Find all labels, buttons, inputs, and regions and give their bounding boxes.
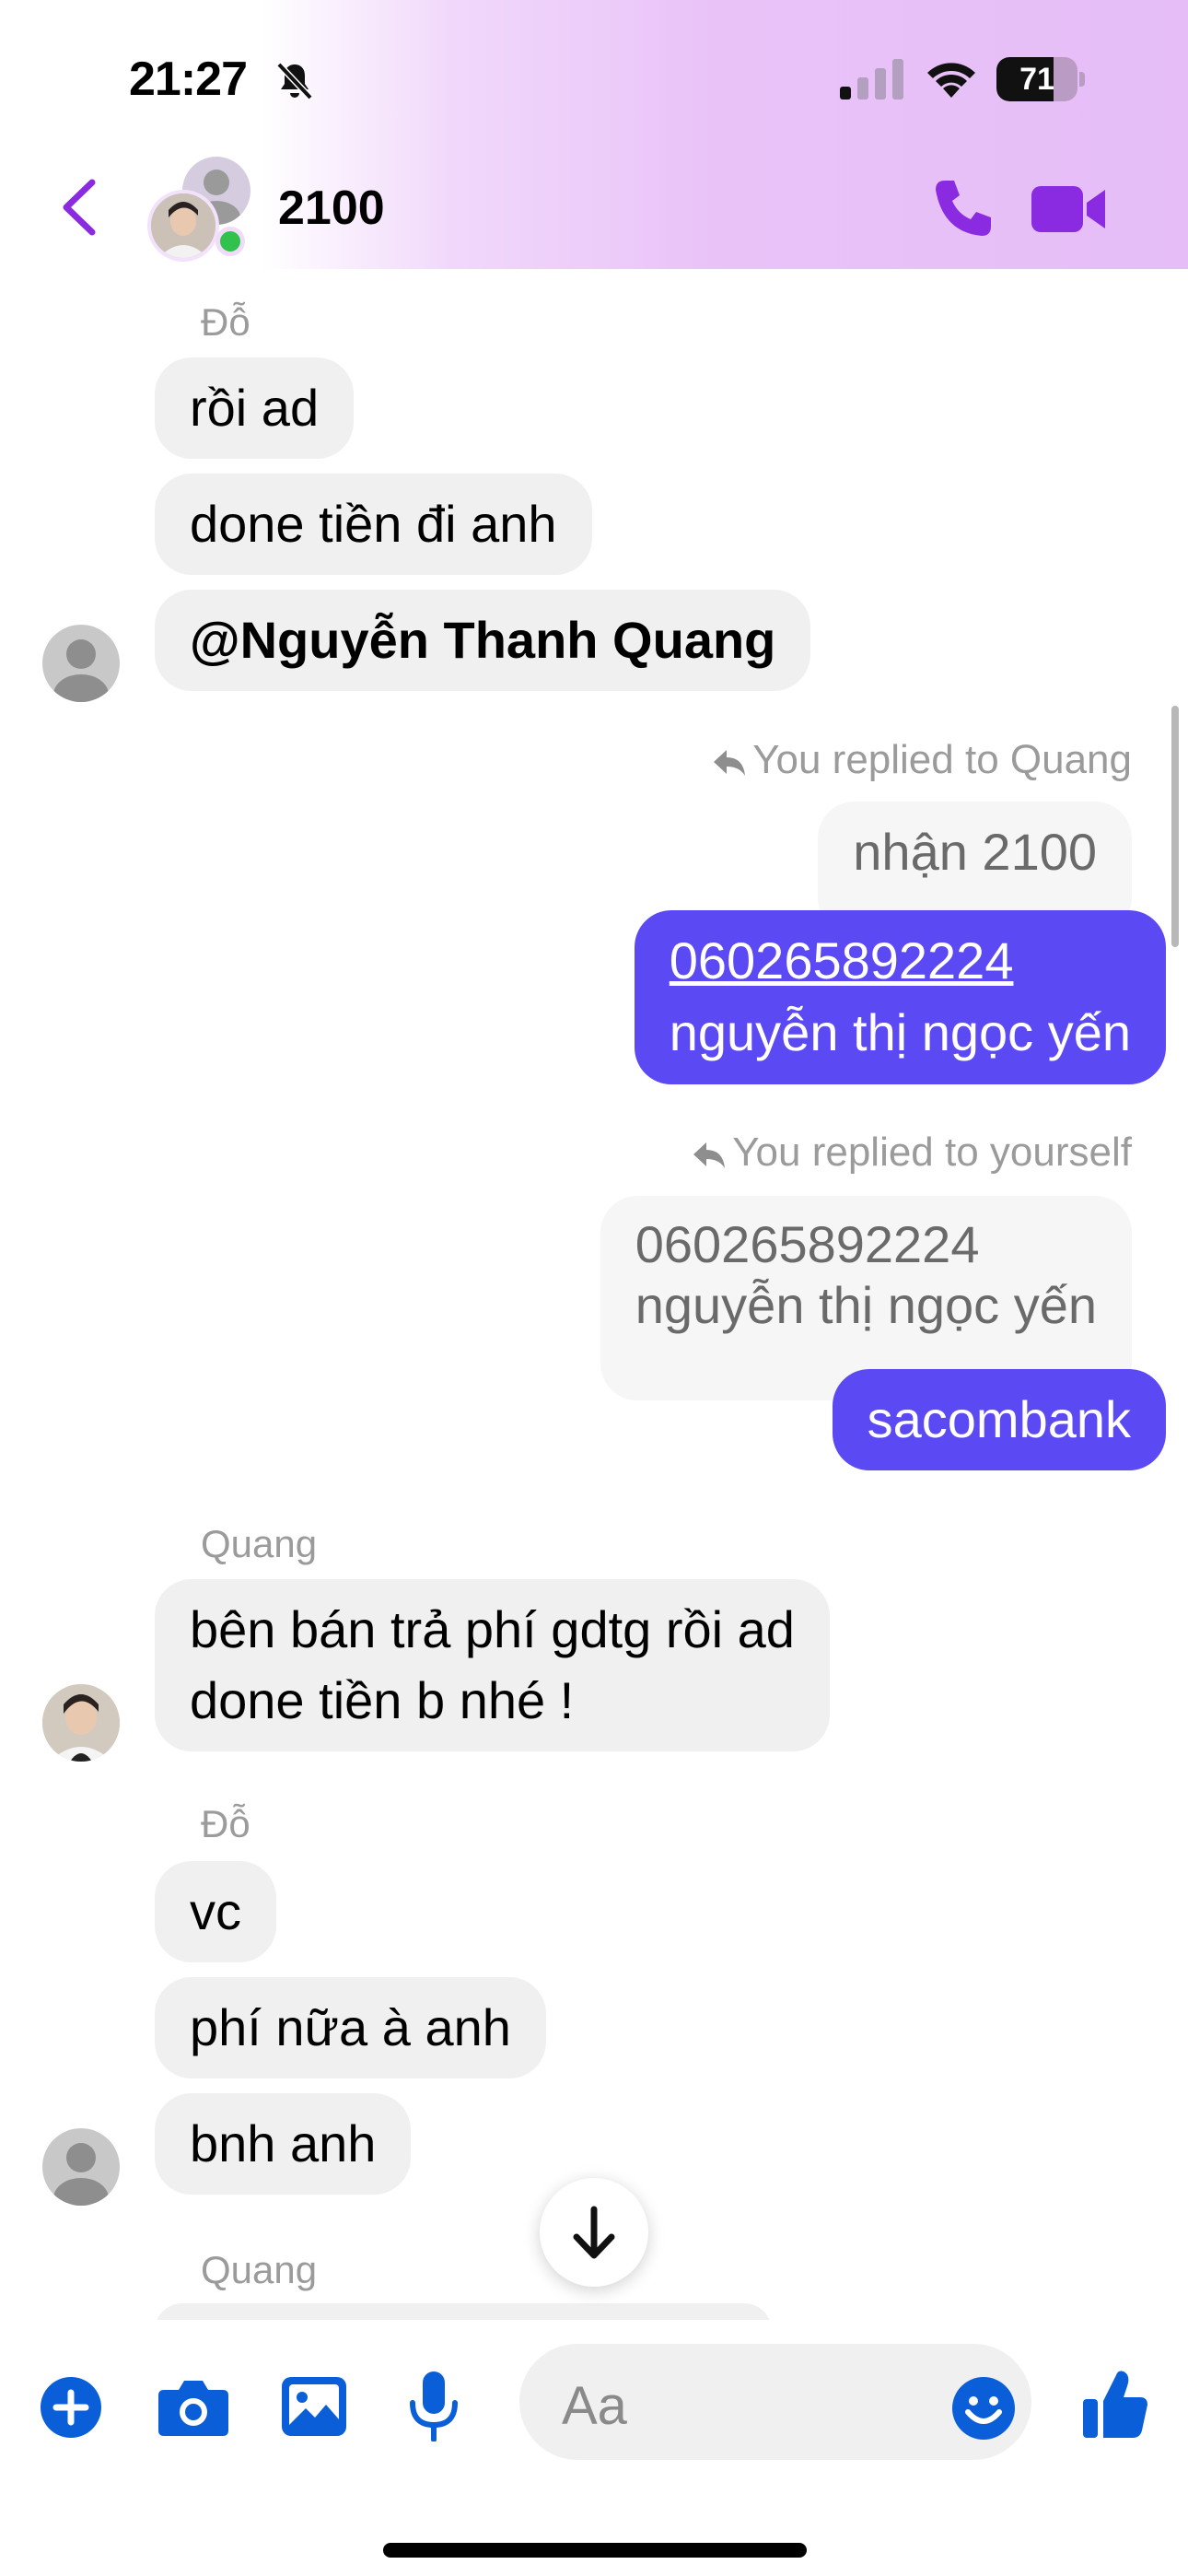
scrollbar[interactable] <box>1171 706 1179 947</box>
home-indicator <box>383 2543 807 2558</box>
member-avatar-photo <box>147 190 219 262</box>
battery-level: 71 <box>1019 62 1054 97</box>
sender-avatar[interactable] <box>42 625 120 702</box>
camera-icon[interactable] <box>158 2379 228 2436</box>
message-bubble-incoming[interactable]: bnh anh <box>155 2093 412 2195</box>
message-input-placeholder: Aa <box>562 2376 627 2436</box>
message-bubble-incoming[interactable]: vc <box>155 1861 276 1963</box>
message-bubble-outgoing[interactable]: sacombank <box>832 1369 1166 1471</box>
message-bubble-incoming[interactable]: done tiền đi anh <box>155 474 592 576</box>
account-number-link[interactable]: 060265892224 <box>670 925 1131 997</box>
quoted-text-line: 060265892224 <box>635 1215 980 1273</box>
message-bubble-incoming[interactable]: rồi ad <box>155 357 355 460</box>
status-time: 21:27 <box>129 53 248 106</box>
message-bubble-mention[interactable]: @Nguyễn Thanh Quang <box>155 590 811 692</box>
quoted-text-line: nguyễn thị ngọc yến <box>635 1276 1097 1335</box>
message-bubble-incoming[interactable]: phí nữa à anh <box>155 1977 546 2079</box>
sender-name: Đỗ <box>201 1802 250 1845</box>
sender-name: Quang <box>201 2248 318 2291</box>
message-bubble-outgoing[interactable]: 060265892224 nguyễn thị ngọc yến <box>634 910 1166 1084</box>
chat-title[interactable]: 2100 <box>278 181 385 236</box>
bell-slash-icon <box>276 62 313 100</box>
emoji-icon[interactable] <box>952 2377 1015 2440</box>
battery-icon: 71 <box>996 57 1085 101</box>
image-icon[interactable] <box>282 2377 346 2436</box>
reply-arrow-icon <box>693 1142 726 1169</box>
reply-context: You replied to yourself <box>692 1130 1132 1176</box>
reply-arrow-icon <box>714 750 746 777</box>
video-camera-icon[interactable] <box>1031 182 1107 236</box>
phone-icon[interactable] <box>932 177 995 240</box>
back-chevron-icon[interactable] <box>53 175 109 240</box>
sender-avatar[interactable] <box>42 2128 120 2206</box>
scroll-to-bottom-button[interactable] <box>540 2178 648 2287</box>
signal-icon <box>840 59 903 100</box>
chat-header: 21:27 71 2100 <box>0 0 1188 269</box>
message-text: nguyễn thị ngọc yến <box>669 1003 1131 1062</box>
wifi-icon <box>927 63 975 98</box>
plus-icon[interactable] <box>41 2377 101 2438</box>
online-status-dot <box>215 227 245 256</box>
sender-name: Quang <box>201 1522 318 1565</box>
group-avatar[interactable] <box>147 157 258 267</box>
thumbs-up-icon[interactable] <box>1083 2370 1147 2440</box>
sender-avatar[interactable] <box>42 1684 120 1762</box>
message-bubble-incoming[interactable]: bên bán trả phí gdtg rồi ad done tiền b … <box>155 1579 830 1751</box>
arrow-down-icon <box>573 2206 615 2259</box>
message-text: bên bán trả phí gdtg rồi ad <box>190 1600 795 1658</box>
message-composer: Aa <box>0 2320 1188 2576</box>
microphone-icon[interactable] <box>409 2371 459 2441</box>
message-text: done tiền b nhé ! <box>190 1671 575 1730</box>
reply-context: You replied to Quang <box>712 737 1132 783</box>
sender-name: Đỗ <box>201 300 250 344</box>
